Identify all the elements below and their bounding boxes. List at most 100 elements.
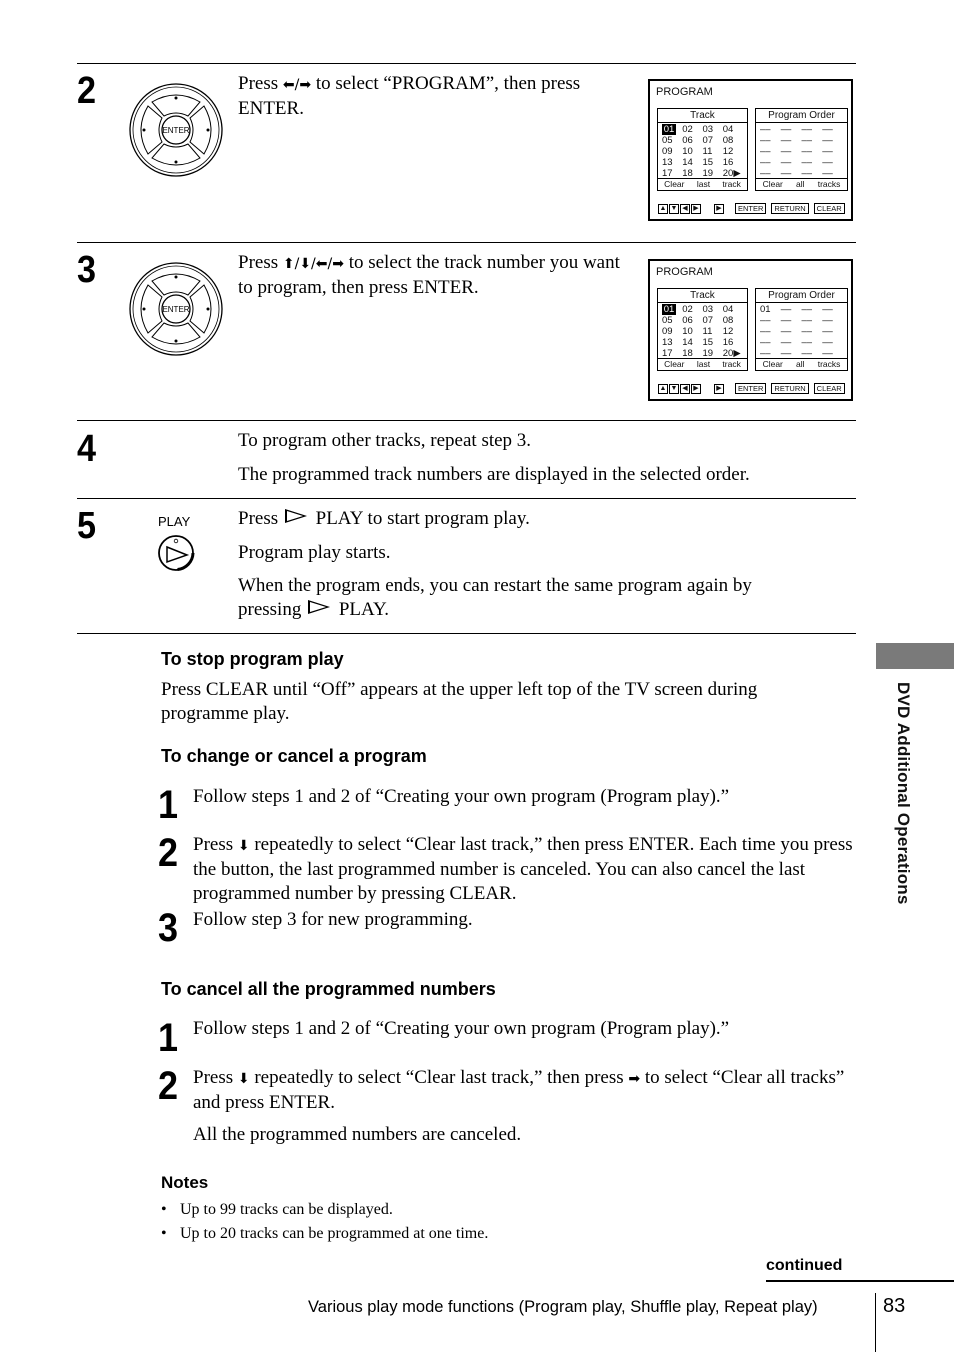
screen-button-row: ▲ ▼ ◀ ▶ ▶ ENTER RETURN CLEAR [658,383,845,394]
track-cell[interactable]: 06 [682,135,702,146]
step-text: The programmed track numbers are display… [238,464,750,485]
track-cell[interactable]: 04 [723,304,743,315]
track-cell[interactable]: 09 [662,326,682,337]
clear-button[interactable]: CLEAR [813,203,845,214]
right-arrow-icon: ▶ [691,383,701,394]
text: tracks [817,359,841,369]
section-tab-marker [876,643,954,669]
order-cell: –– [801,124,813,135]
substep-text: Follow step 3 for new programming. [193,909,473,930]
order-cell: –– [822,124,833,135]
left-right-arrow-icon: ⬅/➡ [282,77,312,93]
clear-all-tracks-option[interactable]: Clear all tracks [756,178,847,190]
play-symbol-icon [308,600,331,614]
left-arrow-icon: ◀ [680,383,690,394]
section-side-label: DVD Additional Operations [894,682,913,905]
divider [766,1280,954,1282]
track-header: Track [658,109,747,123]
section-text: Press CLEAR until “Off” appears at the u… [161,679,758,724]
track-cell[interactable]: 12 [723,146,743,157]
track-cell[interactable]: 02 [682,124,702,135]
track-cell[interactable]: 15 [703,157,723,168]
track-cell[interactable]: 13 [662,157,682,168]
text: Up to 20 tracks can be programmed at one… [180,1225,489,1242]
step-instruction: Press ⬅/➡ to select “PROGRAM”, then pres… [238,72,628,121]
clear-last-track-option[interactable]: Clear last track [658,358,747,370]
order-cell: –– [780,124,792,135]
track-cell[interactable]: 02 [682,304,702,315]
text: Clear [664,179,685,189]
track-cell[interactable]: 10 [682,326,702,337]
track-cell[interactable]: 16 [723,337,743,348]
track-cell[interactable]: 15 [703,337,723,348]
track-cell[interactable]: 11 [703,326,723,337]
order-cell: –– [760,135,771,146]
track-cell[interactable]: 14 [682,337,702,348]
track-cell[interactable]: 04 [723,124,743,135]
track-cell[interactable]: 07 [703,135,723,146]
result-text: All the programmed numbers are canceled. [193,1124,522,1145]
track-cell[interactable]: 01 [662,124,676,135]
substep-number: 1 [158,783,179,827]
track-cell[interactable]: 09 [662,146,682,157]
order-cell: –– [780,146,792,157]
clear-button[interactable]: CLEAR [813,383,845,394]
order-cell: –– [780,135,792,146]
track-cell[interactable]: 14 [682,157,702,168]
section-heading: To change or cancel a program [161,746,427,766]
track-cell[interactable]: 08 [723,135,743,146]
track-cell[interactable]: 06 [682,315,702,326]
enter-dpad-icon: ENTER [129,262,223,356]
order-cell: –– [801,146,813,157]
track-cell[interactable]: 12 [723,326,743,337]
text: Press [238,508,283,529]
order-cell: –– [760,315,771,326]
down-arrow-icon: ▼ [669,383,679,394]
enter-dpad-icon: ENTER [129,83,223,177]
return-button[interactable]: RETURN [771,203,809,214]
text: Press [238,73,283,94]
track-cell[interactable]: 11 [703,146,723,157]
order-grid: 01 –– –– –– –– –– –– –– –– –– –– –– –– –– –– –– –– –– –– –– [756,303,847,359]
enter-button[interactable]: ENTER [735,383,767,394]
track-cell[interactable]: 05 [662,315,682,326]
divider [77,420,856,421]
clear-all-tracks-option[interactable]: Clear all tracks [756,358,847,370]
text: PLAY to start program play. [310,508,530,529]
track-cell[interactable]: 16 [723,157,743,168]
divider [77,633,856,634]
text: all [796,179,805,189]
track-cell[interactable]: 05 [662,135,682,146]
track-cell[interactable]: 07 [703,315,723,326]
order-cell: –– [822,304,833,315]
play-icon: ▶ [714,383,724,394]
track-cell[interactable]: 03 [703,124,723,135]
track-grid: 01 02 03 04 05 06 07 08 09 10 11 12 13 14 15 16 17 18 19 20… [658,303,747,359]
order-cell: –– [760,157,771,168]
order-header: Program Order [756,289,847,303]
track-grid: 01 02 03 04 05 06 07 08 09 10 11 12 13 14 15 16 17 18 19 20… [658,123,747,179]
up-arrow-icon: ▲ [658,383,668,394]
order-cell: –– [801,304,813,315]
track-cell[interactable]: 01 [662,304,676,315]
order-cell: –– [760,146,771,157]
left-arrow-icon: ◀ [680,203,690,214]
text: last [696,359,711,369]
text: Press [238,252,283,273]
track-cell[interactable]: 08 [723,315,743,326]
order-cell: –– [780,157,792,168]
track-cell[interactable]: 03 [703,304,723,315]
text: Clear [762,179,783,189]
track-cell[interactable]: 13 [662,337,682,348]
text: Press [193,834,238,855]
right-arrow-icon: ➡ [628,1071,641,1087]
track-cell[interactable]: 10 [682,146,702,157]
clear-last-track-option[interactable]: Clear last track [658,178,747,190]
note-item: • Up to 99 tracks can be displayed. [161,1201,393,1218]
return-button[interactable]: RETURN [771,383,809,394]
order-cell: –– [801,157,813,168]
order-cell: –– [822,315,833,326]
play-button-icon [158,535,195,571]
text: tracks [817,179,841,189]
enter-button[interactable]: ENTER [735,203,767,214]
